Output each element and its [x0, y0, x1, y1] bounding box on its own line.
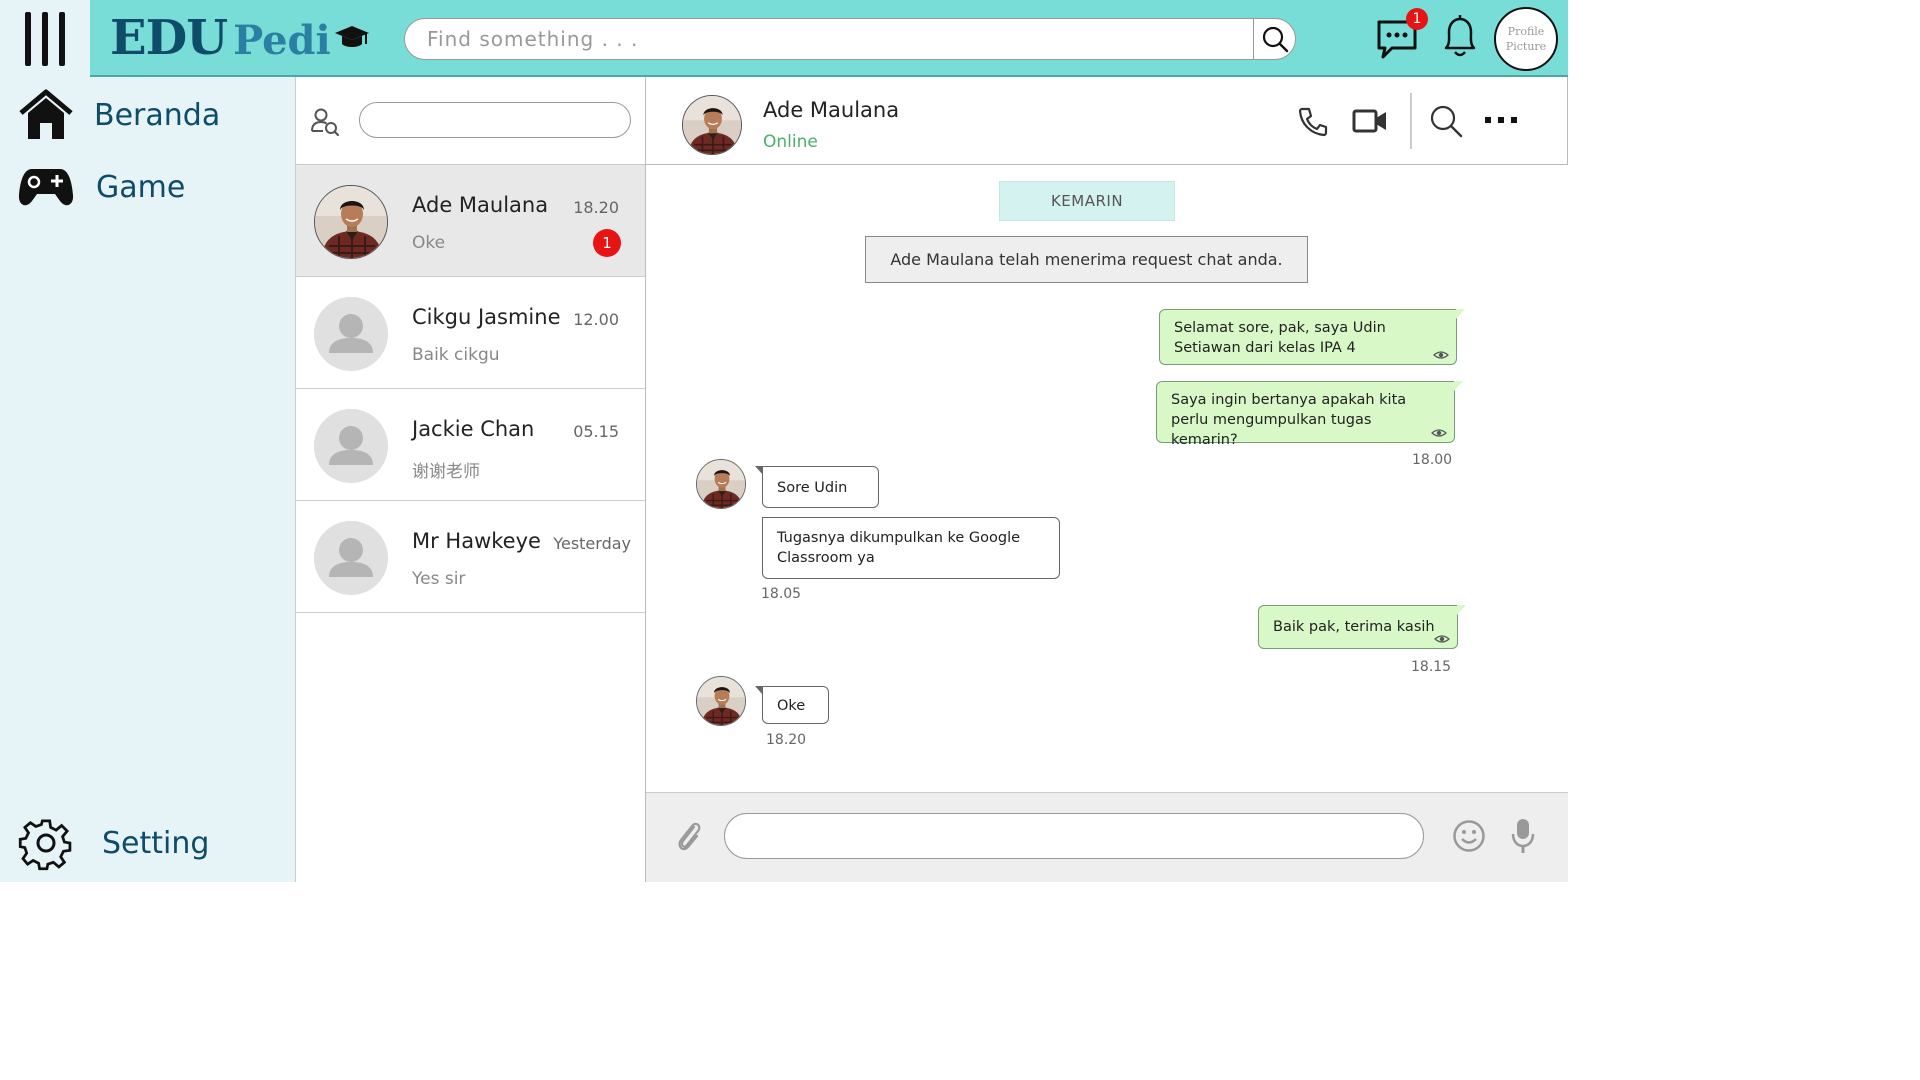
unread-badge: 1: [593, 229, 621, 257]
global-search-input[interactable]: [405, 19, 1255, 59]
conversation-name: Ade Maulana: [412, 193, 549, 217]
search-icon: [1262, 26, 1288, 53]
top-bar: EDU Pedi 1 Pro: [90, 0, 1568, 77]
bell-icon[interactable]: [1438, 12, 1482, 60]
message-time: 18.20: [766, 732, 807, 748]
conversation-time: 18.20: [573, 198, 619, 217]
message-time: 18.05: [761, 586, 802, 602]
conversation-item[interactable]: Mr Hawkeye Yesterday Yes sir: [296, 501, 645, 613]
outgoing-message[interactable]: Baik pak, terima kasih: [1258, 605, 1466, 649]
sidebar-item-label: Game: [96, 169, 186, 205]
sidebar-item-label: Beranda: [94, 97, 221, 133]
home-icon: [19, 89, 73, 139]
message-text: Baik pak, terima kasih: [1273, 619, 1435, 635]
sidebar-item-beranda[interactable]: Beranda: [18, 89, 220, 141]
messages-badge: 1: [1406, 8, 1428, 30]
avatar-placeholder: [314, 297, 388, 371]
system-message: Ade Maulana telah menerima request chat …: [865, 236, 1308, 283]
microphone-icon[interactable]: [1510, 817, 1536, 855]
contact-name: Ade Maulana: [763, 98, 900, 122]
sidebar: Beranda Game Setting: [0, 77, 296, 882]
video-call-icon[interactable]: [1352, 108, 1388, 134]
menu-bar: [25, 11, 31, 66]
chat-pane: Ade Maulana Online KEMARIN Ade Maulana t…: [646, 77, 1568, 882]
header-divider: [1410, 93, 1412, 149]
chat-header: Ade Maulana Online: [646, 77, 1568, 165]
message-text: Oke: [777, 698, 806, 714]
conversation-list-header: [296, 77, 645, 165]
conversation-item[interactable]: Jackie Chan 05.15 谢谢老师: [296, 389, 645, 501]
sidebar-item-label: Setting: [102, 825, 210, 861]
message-text: Saya ingin bertanya apakah kita perlu me…: [1171, 392, 1407, 448]
message-composer: [646, 792, 1568, 882]
conversation-name: Jackie Chan: [412, 417, 535, 441]
message-text: Selamat sore, pak, saya Udin Setiawan da…: [1174, 320, 1386, 356]
sidebar-item-setting[interactable]: Setting: [18, 815, 209, 871]
message-time: 18.15: [1411, 659, 1452, 675]
menu-bar: [42, 11, 48, 66]
message-text: Sore Udin: [777, 480, 848, 496]
sidebar-item-game[interactable]: Game: [18, 163, 185, 211]
sender-avatar: [696, 459, 746, 509]
incoming-message[interactable]: Sore Udin: [755, 466, 879, 508]
conversation-time: Yesterday: [553, 534, 631, 553]
contact-avatar[interactable]: [682, 95, 742, 155]
message-text: Tugasnya dikumpulkan ke Google Classroom…: [777, 530, 1021, 566]
gamepad-icon: [18, 169, 74, 206]
menu-bar: [59, 11, 65, 66]
conversation-preview: Yes sir: [412, 569, 466, 589]
hamburger-menu-button[interactable]: [0, 0, 90, 77]
avatar-placeholder: [314, 409, 388, 483]
avatar-placeholder: [314, 521, 388, 595]
more-options-icon[interactable]: [1484, 115, 1518, 125]
outgoing-message[interactable]: Selamat sore, pak, saya Udin Setiawan da…: [1159, 309, 1465, 365]
seen-icon: [1431, 428, 1447, 438]
contact-search-input[interactable]: [359, 102, 631, 138]
conversation-time: 12.00: [573, 310, 619, 329]
outgoing-message[interactable]: Saya ingin bertanya apakah kita perlu me…: [1156, 381, 1463, 448]
contact-status: Online: [763, 132, 818, 152]
message-input[interactable]: [724, 813, 1424, 859]
phone-icon[interactable]: [1298, 107, 1328, 137]
conversation-name: Mr Hawkeye: [412, 529, 541, 553]
message-time: 18.00: [1412, 452, 1453, 468]
logo-pedi: Pedi: [233, 17, 331, 64]
gear-icon: [18, 819, 72, 871]
search-icon[interactable]: [1429, 104, 1463, 138]
incoming-message[interactable]: Tugasnya dikumpulkan ke Google Classroom…: [762, 517, 1060, 579]
sender-avatar: [696, 676, 746, 726]
logo-edu: EDU: [110, 10, 228, 66]
conversation-preview: Oke: [412, 233, 446, 253]
conversation-preview: Baik cikgu: [412, 345, 500, 365]
incoming-message[interactable]: Oke: [755, 686, 829, 724]
avatar: [314, 185, 388, 259]
emoji-icon[interactable]: [1452, 819, 1486, 853]
conversation-list: Ade Maulana 18.20 Oke 1 Cikgu Jasmine 12…: [296, 77, 646, 882]
day-separator: KEMARIN: [999, 181, 1175, 221]
app-logo[interactable]: EDU Pedi: [110, 10, 371, 66]
graduation-cap-icon: [334, 26, 369, 47]
search-contact-icon[interactable]: [310, 107, 340, 137]
attachment-icon[interactable]: [674, 819, 704, 855]
app-root: EDU Pedi 1 Pro: [0, 0, 1568, 882]
conversation-name: Cikgu Jasmine: [412, 305, 561, 329]
seen-icon: [1433, 350, 1449, 360]
conversation-item[interactable]: Ade Maulana 18.20 Oke 1: [296, 165, 645, 277]
conversation-time: 05.15: [573, 422, 619, 441]
conversation-item[interactable]: Cikgu Jasmine 12.00 Baik cikgu: [296, 277, 645, 389]
search-button[interactable]: [1253, 19, 1295, 59]
profile-picture[interactable]: Profile Picture: [1494, 7, 1558, 71]
conversation-preview: 谢谢老师: [412, 462, 480, 482]
seen-icon: [1434, 634, 1450, 644]
global-search: [404, 18, 1296, 60]
